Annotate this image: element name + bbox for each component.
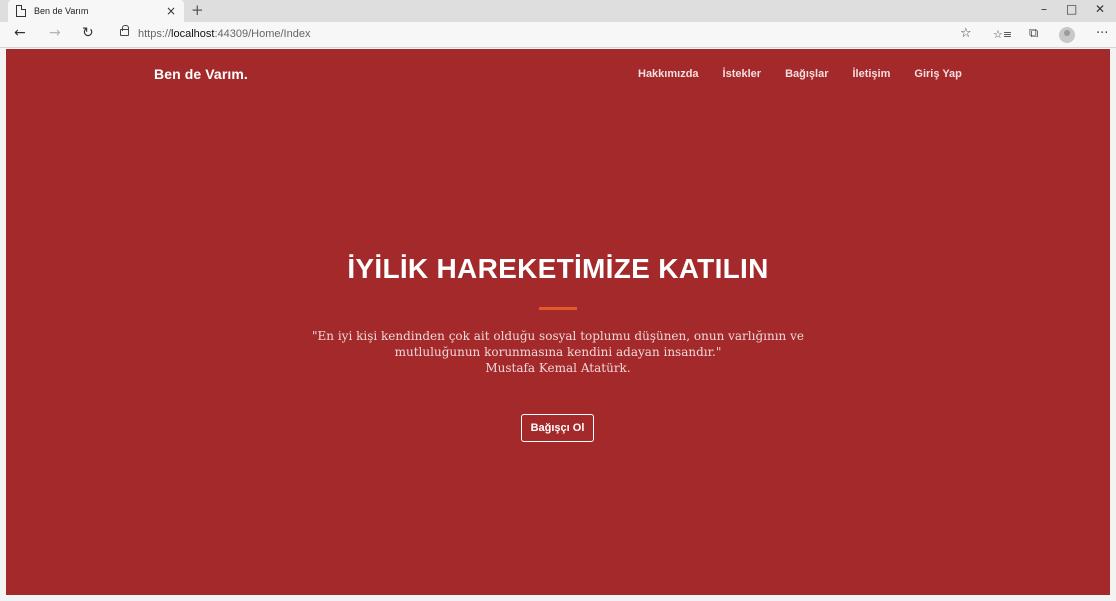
browser-tab[interactable]: Ben de Varım ×: [8, 0, 184, 22]
nav-link-login[interactable]: Giriş Yap: [914, 68, 962, 80]
favorite-star-icon[interactable]: ☆: [960, 26, 972, 41]
brand-logo-link[interactable]: Ben de Varım.: [154, 66, 248, 82]
url-host: localhost: [171, 28, 215, 40]
title-divider: [539, 307, 577, 310]
profile-avatar-icon[interactable]: [1059, 27, 1075, 43]
nav-link-contact[interactable]: İletişim: [852, 68, 890, 80]
nav-link-requests[interactable]: İstekler: [723, 68, 762, 80]
tab-title: Ben de Varım: [34, 6, 89, 16]
browser-address-bar: ← → ↻ https://localhost:44309/Home/Index…: [0, 22, 1116, 48]
collections-icon[interactable]: ⧉: [1029, 26, 1038, 41]
nav-link-about[interactable]: Hakkımızda: [638, 68, 699, 80]
main-nav: Hakkımızda İstekler Bağışlar İletişim Gi…: [638, 68, 962, 80]
quote-author: Mustafa Kemal Atatürk.: [485, 361, 631, 375]
quote-line-2: mutluluğunun korunmasına kendini adayan …: [394, 345, 722, 359]
more-menu-icon[interactable]: ···: [1096, 26, 1108, 41]
url-path: :44309/Home/Index: [214, 28, 311, 40]
hero-title: İYİLİK HAREKETİMİZE KATILIN: [347, 253, 769, 284]
close-window-icon[interactable]: ✕: [1095, 2, 1105, 16]
refresh-icon[interactable]: ↻: [82, 25, 94, 41]
page-hero: Ben de Varım. Hakkımızda İstekler Bağışl…: [6, 49, 1110, 595]
url-prefix: https://: [138, 28, 172, 40]
quote-line-1: "En iyi kişi kendinden çok ait olduğu so…: [312, 329, 804, 343]
favorites-list-icon[interactable]: ☆≡: [993, 28, 1012, 41]
nav-link-donations[interactable]: Bağışlar: [785, 68, 828, 80]
back-arrow-icon[interactable]: ←: [14, 25, 26, 41]
close-tab-icon[interactable]: ×: [166, 4, 176, 18]
url-field[interactable]: https://localhost:44309/Home/Index: [138, 28, 310, 40]
lock-icon[interactable]: [120, 25, 129, 36]
page-icon: [16, 5, 26, 17]
browser-tab-bar: Ben de Varım × + – □ ✕: [0, 0, 1116, 22]
minimize-icon[interactable]: –: [1041, 2, 1047, 16]
hero-quote: "En iyi kişi kendinden çok ait olduğu so…: [6, 328, 1110, 376]
become-donor-button[interactable]: Bağışçı Ol: [521, 414, 594, 442]
new-tab-icon[interactable]: +: [191, 1, 204, 19]
maximize-icon[interactable]: □: [1066, 2, 1077, 16]
forward-arrow-icon[interactable]: →: [49, 25, 61, 41]
